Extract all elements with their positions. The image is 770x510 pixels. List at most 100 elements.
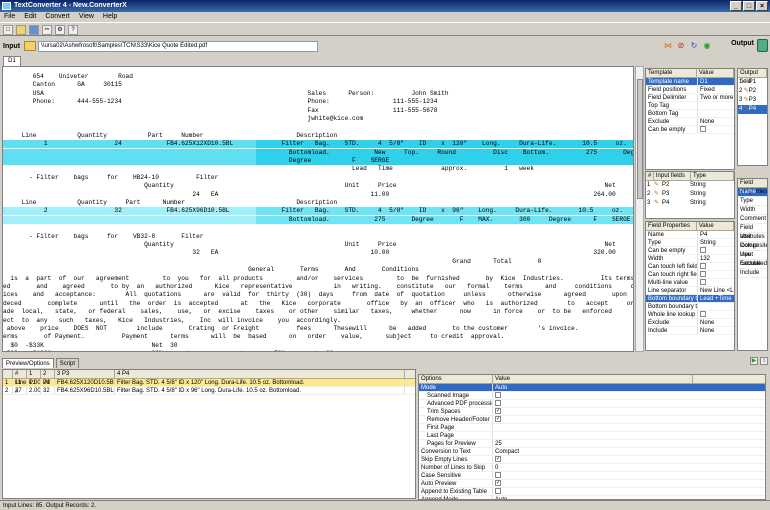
option-row[interactable]: Auto Preview ✓ bbox=[419, 480, 765, 488]
property-row[interactable]: Exclude None bbox=[646, 319, 734, 327]
database-icon[interactable] bbox=[757, 39, 768, 52]
property-row[interactable]: Exclude None bbox=[646, 118, 734, 126]
checkbox[interactable] bbox=[495, 392, 501, 399]
checkbox[interactable] bbox=[700, 311, 706, 318]
field-property-item[interactable]: Composite input bbox=[738, 242, 767, 258]
option-row[interactable]: Trim Spaces ✓ bbox=[419, 408, 765, 416]
minimize-button[interactable]: _ bbox=[730, 1, 742, 11]
checkbox[interactable] bbox=[700, 263, 706, 270]
property-value[interactable]: None bbox=[698, 319, 734, 326]
column-header[interactable]: 1 P1 bbox=[27, 370, 41, 386]
option-value[interactable] bbox=[493, 472, 765, 479]
stop-icon[interactable]: ⊘ bbox=[676, 41, 686, 51]
option-value[interactable] bbox=[493, 488, 765, 495]
help-icon[interactable]: ? bbox=[68, 25, 78, 35]
checkbox[interactable]: ✓ bbox=[495, 416, 501, 423]
tab-preview-options[interactable]: Preview/Options bbox=[2, 358, 54, 368]
property-row[interactable]: Bottom boundary tagLead +Time bbox=[646, 295, 734, 303]
checkbox[interactable] bbox=[700, 271, 706, 278]
sort-icon[interactable]: ↕ bbox=[760, 357, 768, 365]
property-value[interactable] bbox=[698, 311, 734, 318]
option-row[interactable]: Scanned Image bbox=[419, 392, 765, 400]
checkbox[interactable]: ✓ bbox=[495, 408, 501, 415]
property-value[interactable] bbox=[698, 303, 734, 310]
property-row[interactable]: Whole line lookup bbox=[646, 311, 734, 319]
scrollbar-thumb[interactable] bbox=[637, 79, 643, 199]
property-value[interactable]: Lead +Time bbox=[698, 295, 734, 302]
option-row[interactable]: Skip Empty Lines ✓ bbox=[419, 456, 765, 464]
grid-row[interactable]: 1 11 1.00 24 FB4.625X120D10.5BL Filter Bag. S… bbox=[3, 379, 415, 387]
option-row[interactable]: Conversion to Text Compact bbox=[419, 448, 765, 456]
open-folder-icon[interactable] bbox=[16, 25, 26, 35]
option-row[interactable]: First Page bbox=[419, 424, 765, 432]
option-row[interactable]: Advanced PDF processing bbox=[419, 400, 765, 408]
field-property-item[interactable]: Field attributes bbox=[738, 224, 767, 240]
checkbox[interactable] bbox=[495, 400, 501, 407]
field-property-item[interactable]: Include bbox=[738, 269, 767, 278]
input-path-field[interactable]: \\ursa02\Ashwfrosoft\Samples\TCN\S33\Kic… bbox=[38, 40, 319, 52]
checkbox[interactable]: ✓ bbox=[495, 456, 501, 463]
field-property-item[interactable]: Comment bbox=[738, 215, 767, 224]
option-row[interactable]: Append to Existing Table bbox=[419, 488, 765, 496]
property-value[interactable] bbox=[698, 279, 734, 286]
property-row[interactable]: Field positions Fixed bbox=[646, 86, 734, 94]
property-value[interactable] bbox=[698, 263, 734, 270]
output-field-row[interactable]: 2 ✎ P2 bbox=[738, 87, 767, 96]
document-view[interactable]: 654 Univeter Road Canton GA 30115 USA Sa… bbox=[2, 66, 634, 352]
option-row[interactable]: Remove Header/Footer ✓ bbox=[419, 416, 765, 424]
menu-edit[interactable]: Edit bbox=[24, 12, 36, 22]
column-header[interactable]: 3 P3 bbox=[55, 370, 115, 378]
option-value[interactable] bbox=[493, 432, 765, 439]
option-value[interactable]: 0 bbox=[493, 464, 765, 471]
property-value[interactable]: Fixed bbox=[698, 86, 734, 93]
grid-row[interactable]: 2 27 2.00 32 FB4.625X96D10.5BL Filter Bag. ST… bbox=[3, 387, 415, 395]
tab-script[interactable]: Script bbox=[55, 358, 80, 368]
property-value[interactable] bbox=[698, 126, 734, 133]
checkbox[interactable] bbox=[495, 472, 501, 479]
option-row[interactable]: Pages for Preview 25 bbox=[419, 440, 765, 448]
property-row[interactable]: Bottom Tag bbox=[646, 110, 734, 118]
option-value[interactable]: 25 bbox=[493, 440, 765, 447]
property-value[interactable]: D1 bbox=[698, 78, 734, 85]
close-button[interactable]: × bbox=[756, 1, 768, 11]
property-row[interactable]: Type String bbox=[646, 239, 734, 247]
menu-help[interactable]: Help bbox=[103, 12, 117, 22]
property-value[interactable]: 132 bbox=[698, 255, 734, 262]
menu-view[interactable]: View bbox=[79, 12, 94, 22]
input-field-row[interactable]: 2 ✎ P3 String bbox=[646, 190, 734, 199]
menu-convert[interactable]: Convert bbox=[45, 12, 70, 22]
new-file-icon[interactable]: □ bbox=[3, 25, 13, 35]
convert-icon[interactable]: ⋈ bbox=[663, 41, 673, 51]
option-row[interactable]: Case Sensitive bbox=[419, 472, 765, 480]
column-header[interactable]: 4 P4 bbox=[115, 370, 405, 378]
property-value[interactable]: None bbox=[698, 118, 734, 125]
column-header[interactable]: 2 P2 bbox=[41, 370, 55, 386]
option-row[interactable]: Last Page bbox=[419, 432, 765, 440]
option-value[interactable] bbox=[493, 392, 765, 399]
property-row[interactable]: Can touch left field bbox=[646, 263, 734, 271]
input-field-row[interactable]: 3 ✎ P4 String bbox=[646, 199, 734, 208]
output-field-row[interactable]: 3 ✎ P3 bbox=[738, 96, 767, 105]
input-field-row[interactable]: 1 ✎ P2 String bbox=[646, 181, 734, 190]
property-row[interactable]: Can be empty bbox=[646, 247, 734, 255]
property-row[interactable]: Top Tag bbox=[646, 102, 734, 110]
settings-icon[interactable]: ⚙ bbox=[55, 25, 65, 35]
checkbox[interactable] bbox=[700, 279, 706, 286]
column-header[interactable] bbox=[3, 370, 13, 378]
option-value[interactable] bbox=[493, 424, 765, 431]
property-value[interactable] bbox=[698, 271, 734, 278]
option-row[interactable]: Mode Auto bbox=[419, 384, 765, 392]
checkbox[interactable] bbox=[700, 247, 706, 254]
checkbox[interactable] bbox=[700, 126, 706, 133]
property-value[interactable] bbox=[698, 247, 734, 254]
document-scrollbar[interactable] bbox=[635, 66, 644, 352]
option-value[interactable]: Auto bbox=[493, 384, 765, 391]
option-value[interactable]: ✓ bbox=[493, 480, 765, 487]
checkbox[interactable] bbox=[495, 488, 501, 495]
property-value[interactable]: String bbox=[698, 239, 734, 246]
browse-folder-icon[interactable] bbox=[24, 41, 37, 51]
property-row[interactable]: Can be empty bbox=[646, 126, 734, 134]
property-row[interactable]: Multi-line value bbox=[646, 279, 734, 287]
property-value[interactable]: New Line <LF> bbox=[698, 287, 734, 294]
property-row[interactable]: Width 132 bbox=[646, 255, 734, 263]
